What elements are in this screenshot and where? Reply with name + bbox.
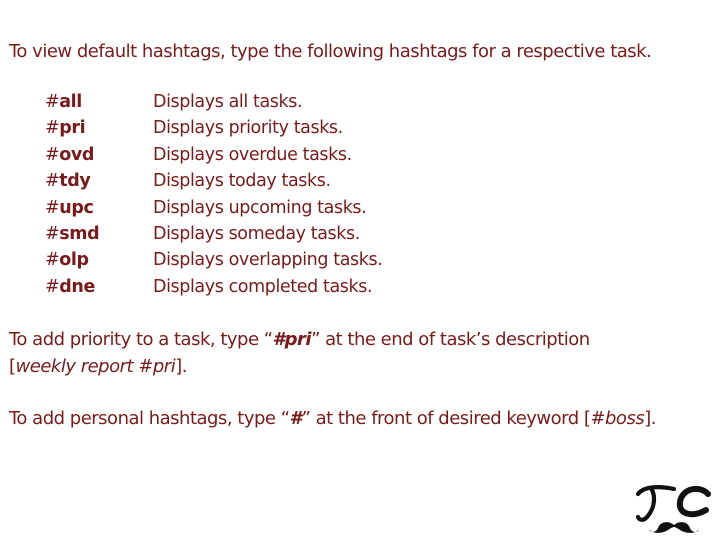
hashtag-code: #upc bbox=[45, 195, 153, 221]
mustache-icon bbox=[649, 522, 699, 533]
hashtag-description: Displays all tasks. bbox=[153, 92, 303, 112]
hashtag-code: #all bbox=[45, 89, 153, 115]
personal-example-close: ]. bbox=[644, 408, 656, 429]
hashtag-keyword: all bbox=[59, 92, 82, 112]
logo-letter-c bbox=[676, 485, 711, 518]
hashtag-keyword: smd bbox=[59, 223, 100, 244]
priority-text-after: ” at the end of task’s description bbox=[311, 329, 590, 350]
intro-text: To view default hashtags, type the follo… bbox=[9, 41, 652, 62]
priority-example-close: ]. bbox=[175, 355, 187, 377]
hashtag-row: #olp Displays overlapping tasks. bbox=[45, 247, 383, 273]
hashtag-keyword: upc bbox=[59, 197, 94, 218]
priority-example: weekly report #pri bbox=[15, 355, 176, 377]
hashtag-description: Displays overdue tasks. bbox=[153, 144, 352, 165]
hashtag-row: #all Displays all tasks. bbox=[45, 89, 382, 115]
hashtag-code: #smd bbox=[45, 221, 153, 247]
hashtag-code: #tdy bbox=[45, 168, 153, 194]
hashtag-description: Displays overlapping tasks. bbox=[153, 250, 383, 271]
hash-symbol: # bbox=[45, 250, 60, 271]
slide: To view default hashtags, type the follo… bbox=[0, 0, 720, 540]
personal-tag: # bbox=[289, 408, 303, 429]
hash-symbol: # bbox=[45, 197, 60, 218]
hashtag-list: #all Displays all tasks. #pri Displays pri… bbox=[45, 89, 383, 300]
hashtag-row: #pri Displays priority tasks. bbox=[45, 115, 382, 141]
hash-symbol: # bbox=[45, 171, 60, 192]
hashtag-description: Displays someday tasks. bbox=[153, 223, 360, 244]
personal-paragraph: To add personal hashtags, type “#” at th… bbox=[9, 406, 656, 433]
priority-text-before: To add priority to a task, type “ bbox=[9, 329, 273, 350]
hashtag-keyword: olp bbox=[59, 250, 89, 271]
priority-tag: #pri bbox=[272, 329, 312, 350]
hashtag-keyword: ovd bbox=[59, 144, 95, 165]
hashtag-code: #olp bbox=[45, 247, 153, 273]
hash-symbol: # bbox=[45, 276, 60, 297]
hash-symbol: # bbox=[45, 92, 60, 112]
hashtag-keyword: pri bbox=[59, 118, 86, 139]
hashtag-row: #smd Displays someday tasks. bbox=[45, 221, 382, 247]
hashtag-code: #ovd bbox=[45, 142, 153, 168]
hashtag-row: #dne Displays completed tasks. bbox=[45, 274, 382, 300]
tc-logo bbox=[635, 485, 711, 533]
hashtag-row: #upc Displays upcoming tasks. bbox=[45, 195, 382, 221]
hash-symbol: # bbox=[45, 223, 60, 244]
hashtag-description: Displays today tasks. bbox=[153, 171, 331, 192]
hash-symbol: # bbox=[45, 144, 60, 165]
hashtag-keyword: tdy bbox=[59, 171, 91, 192]
hashtag-row: #tdy Displays today tasks. bbox=[45, 168, 382, 194]
hashtag-row: #ovd Displays overdue tasks. bbox=[45, 142, 382, 168]
hashtag-keyword: dne bbox=[59, 276, 95, 297]
logo-letter-t bbox=[635, 485, 677, 522]
priority-paragraph: To add priority to a task, type “#pri” a… bbox=[9, 327, 590, 380]
hash-symbol: # bbox=[45, 118, 60, 139]
personal-example: #boss bbox=[590, 408, 645, 429]
personal-text-before: To add personal hashtags, type “ bbox=[9, 408, 290, 429]
hashtag-code: #pri bbox=[45, 115, 153, 141]
hashtag-description: Displays priority tasks. bbox=[153, 118, 343, 139]
personal-text-after: ” at the front of desired keyword [ bbox=[301, 408, 591, 429]
hashtag-code: #dne bbox=[45, 274, 153, 300]
hashtag-description: Displays completed tasks. bbox=[153, 276, 373, 297]
hashtag-description: Displays upcoming tasks. bbox=[153, 197, 367, 218]
